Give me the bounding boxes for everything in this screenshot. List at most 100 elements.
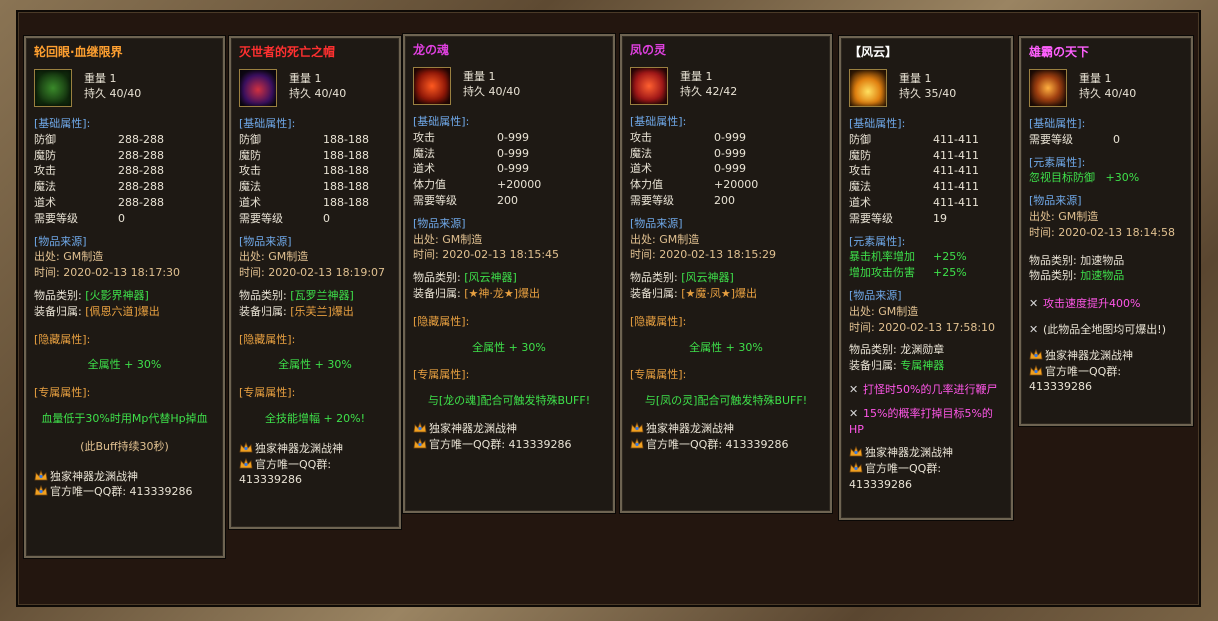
dragon-soul-item-icon[interactable] <box>413 67 451 105</box>
stat-label: 需要等级 <box>849 211 893 225</box>
origin: 出处: GM制造 <box>34 250 104 264</box>
phoenix-spirit-item-icon[interactable] <box>630 67 668 105</box>
footer-line-1: 独家神器龙渊战神 <box>646 421 734 435</box>
source-header: [物品来源] <box>413 216 466 230</box>
base-header: [基础属性]: <box>849 117 906 130</box>
stat-label: 道术 <box>630 162 652 176</box>
stat-label: 需要等级 <box>239 211 283 225</box>
item-tooltip-5: 【风云】 重量 1 持久 35/40 [基础属性]: 防御 411-411 魔防 41… <box>839 36 1013 520</box>
stat-value: 19 <box>933 211 947 225</box>
timestamp: 时间: 2020-02-13 18:15:29 <box>630 248 777 262</box>
stat-value: 0 <box>323 211 330 225</box>
category-value: [风云神器] <box>681 271 734 285</box>
owner-label: 装备归属: <box>849 359 897 373</box>
footer-line-1: 独家神器龙渊战神 <box>1045 348 1133 362</box>
wind-cloud-medal-icon[interactable] <box>849 69 887 107</box>
stat-label: 需要等级 <box>34 211 78 225</box>
stat-label: 道术 <box>413 162 435 176</box>
stat-value: 0-999 <box>497 162 529 176</box>
weight: 重量 1 <box>289 72 322 85</box>
stat-value: 0 <box>1113 132 1120 146</box>
stat-label: 体力值 <box>413 178 446 192</box>
owner-label: 装备归属: <box>413 286 461 300</box>
perk-1: 攻击速度提升400% <box>1043 297 1141 311</box>
timestamp: 时间: 2020-02-13 18:15:45 <box>413 248 560 262</box>
stat-value: 188-188 <box>323 132 369 146</box>
hidden-header: [隐藏属性]: <box>630 314 687 328</box>
stat-label: 魔防 <box>34 148 56 162</box>
footer-line-1: 独家神器龙渊战神 <box>255 441 343 455</box>
crown-icon <box>34 485 48 496</box>
source-header: [物品来源] <box>1029 194 1082 208</box>
buff-duration: (此Buff持续30秒) <box>80 439 169 453</box>
stat-value: 288-288 <box>118 180 164 194</box>
footer-line-2: 官方唯一QQ群: 413339286 <box>646 437 789 451</box>
stat-label: 魔法 <box>34 180 56 194</box>
timestamp: 时间: 2020-02-13 17:58:10 <box>849 320 996 334</box>
origin: 出处: GM制造 <box>849 304 919 318</box>
stat-label: 魔防 <box>849 148 871 162</box>
timestamp: 时间: 2020-02-13 18:17:30 <box>34 266 181 280</box>
hidden-value: 全属性 + 30% <box>472 340 546 354</box>
item-title: 龙の魂 <box>413 43 450 57</box>
category-value: 加速物品 <box>1080 253 1125 267</box>
stat-value: 0-999 <box>497 146 529 160</box>
element-label: 暴击机率增加 <box>849 250 915 264</box>
base-header: [基础属性]: <box>1029 117 1086 130</box>
item-title: 凤の灵 <box>630 43 667 57</box>
owner-value: [乐芙兰]爆出 <box>290 304 354 318</box>
crown-icon <box>630 421 644 433</box>
stat-label: 道术 <box>34 195 56 209</box>
durability: 持久 40/40 <box>289 87 347 100</box>
item-title: 【风云】 <box>849 45 898 59</box>
owner-label: 装备归属: <box>630 286 678 300</box>
stat-value: 0-999 <box>714 130 746 144</box>
timestamp: 时间: 2020-02-13 18:19:07 <box>239 266 386 280</box>
item-title: 轮回眼·血继限界 <box>34 45 123 59</box>
sword-icon: ✕ <box>849 382 859 396</box>
stat-value: 411-411 <box>933 195 979 209</box>
owner-label: 装备归属: <box>34 304 82 318</box>
stat-label: 攻击 <box>239 164 261 178</box>
special-value: 与[龙の魂]配合可触发特殊BUFF! <box>427 394 591 408</box>
element-value: +30% <box>1105 171 1140 185</box>
footer-line-2: 官方唯一QQ群: 413339286 <box>429 437 572 451</box>
hidden-header: [隐藏属性]: <box>239 332 296 346</box>
death-hat-item-icon[interactable] <box>239 69 277 107</box>
special-value: 血量低于30%时用Mp代替Hp掉血 <box>41 411 208 425</box>
special-header: [专属属性]: <box>413 368 470 382</box>
stat-value: 188-188 <box>323 195 369 209</box>
owner-label: 装备归属: <box>239 304 287 318</box>
stat-value: +20000 <box>497 178 542 192</box>
stat-value: 200 <box>497 193 518 207</box>
sword-icon: ✕ <box>1029 322 1039 336</box>
stat-value: 0-999 <box>497 130 529 144</box>
domination-amulet-icon[interactable] <box>1029 69 1067 107</box>
category-value: [风云神器] <box>464 271 517 285</box>
origin: 出处: GM制造 <box>630 232 700 246</box>
item-title: 雄霸の天下 <box>1029 45 1090 59</box>
stat-label: 体力值 <box>630 178 663 192</box>
hidden-value: 全属性 + 30% <box>689 340 763 354</box>
timestamp: 时间: 2020-02-13 18:14:58 <box>1029 225 1176 239</box>
weight: 重量 1 <box>84 72 117 85</box>
green-fist-item-icon[interactable] <box>34 69 72 107</box>
stat-value: 411-411 <box>933 180 979 194</box>
stat-label: 攻击 <box>413 130 435 144</box>
perk-1: 打怪时50%的几率进行鞭尸 <box>863 382 998 396</box>
stat-value: 0-999 <box>714 162 746 176</box>
element-header: [元素属性]: <box>849 234 906 248</box>
element-value: +25% <box>933 250 967 264</box>
item-title: 灭世者的死亡之帽 <box>239 45 336 59</box>
stat-value: 200 <box>714 193 735 207</box>
category-label: 物品类别: <box>239 288 287 302</box>
item-tooltip-6: 雄霸の天下 重量 1 持久 40/40 [基础属性]: 需要等级 0 [元素属性]:… <box>1019 36 1193 426</box>
base-header: [基础属性]: <box>630 115 687 128</box>
stat-label: 魔法 <box>413 146 435 160</box>
stat-label: 魔法 <box>239 180 261 194</box>
stat-value: 411-411 <box>933 148 979 162</box>
stat-value: 288-288 <box>118 132 164 146</box>
stat-value: 188-188 <box>323 180 369 194</box>
crown-icon <box>239 441 253 453</box>
owner-value: [★魔·凤★]爆出 <box>681 286 758 300</box>
